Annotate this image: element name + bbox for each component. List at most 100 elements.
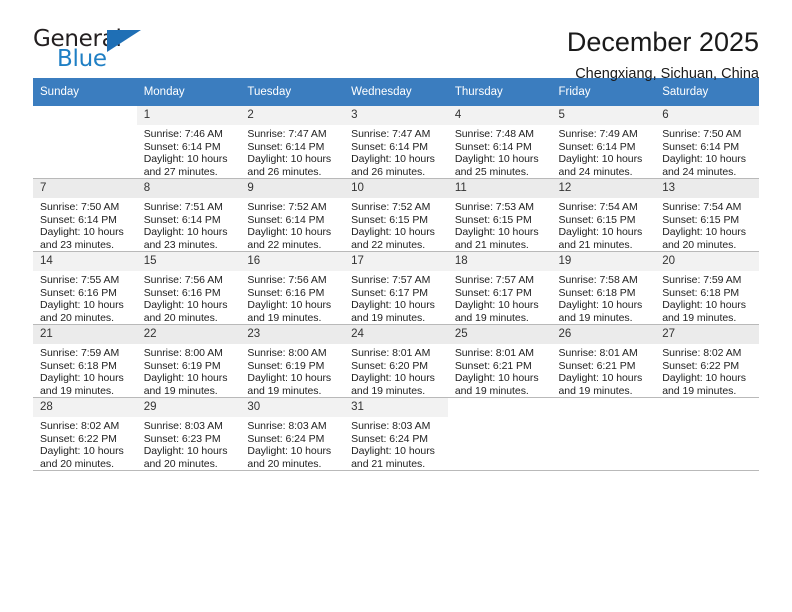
calendar-day-cell[interactable]: 5 Sunrise: 7:49 AM Sunset: 6:14 PM Daylight… — [551, 106, 656, 179]
calendar-page: General Blue December 2025 Chengxiang, S… — [0, 0, 792, 612]
day-details: Sunrise: 7:49 AM Sunset: 6:14 PM Daylight:… — [552, 125, 656, 178]
day-details: Sunrise: 7:53 AM Sunset: 6:15 PM Daylight:… — [448, 198, 552, 251]
calendar-day-cell[interactable]: 21 Sunrise: 7:59 AM Sunset: 6:18 PM Dayligh… — [33, 325, 137, 398]
day-number: 30 — [240, 398, 345, 417]
day-details: Sunrise: 8:03 AM Sunset: 6:24 PM Daylight:… — [240, 417, 344, 470]
calendar-day-cell[interactable]: 30 Sunrise: 8:03 AM Sunset: 6:24 PM Dayligh… — [240, 398, 345, 471]
daylight-text: Daylight: 10 hours and 26 minutes. — [247, 153, 332, 178]
day-details: Sunrise: 7:57 AM Sunset: 6:17 PM Daylight:… — [344, 271, 448, 324]
day-number: 7 — [33, 179, 137, 198]
sunset-text: Sunset: 6:14 PM — [662, 140, 740, 153]
daylight-text: Daylight: 10 hours and 26 minutes. — [351, 153, 435, 178]
calendar-day-cell[interactable]: 14 Sunrise: 7:55 AM Sunset: 6:16 PM Dayligh… — [33, 252, 137, 325]
calendar-day-cell[interactable]: 24 Sunrise: 8:01 AM Sunset: 6:20 PM Dayligh… — [344, 325, 448, 398]
calendar-day-cell[interactable]: 12 Sunrise: 7:54 AM Sunset: 6:15 PM Dayligh… — [551, 179, 656, 252]
day-details: Sunrise: 8:00 AM Sunset: 6:19 PM Daylight:… — [240, 344, 344, 397]
calendar-day-cell[interactable]: 18 Sunrise: 7:57 AM Sunset: 6:17 PM Dayligh… — [447, 252, 552, 325]
calendar-day-cell[interactable]: 17 Sunrise: 7:57 AM Sunset: 6:17 PM Dayligh… — [344, 252, 448, 325]
general-blue-logo[interactable]: General Blue — [33, 26, 145, 74]
sunset-text: Sunset: 6:15 PM — [454, 213, 532, 226]
daylight-text: Daylight: 10 hours and 20 minutes. — [247, 445, 332, 470]
day-details: Sunrise: 7:47 AM Sunset: 6:14 PM Daylight:… — [240, 125, 344, 178]
day-details: Sunrise: 7:56 AM Sunset: 6:16 PM Daylight:… — [137, 271, 241, 324]
daylight-text: Daylight: 10 hours and 20 minutes. — [143, 445, 228, 470]
calendar-day-cell[interactable]: 13 Sunrise: 7:54 AM Sunset: 6:15 PM Dayligh… — [655, 179, 759, 252]
day-number: 20 — [655, 252, 759, 271]
calendar-day-cell[interactable]: 4 Sunrise: 7:48 AM Sunset: 6:14 PM Daylight… — [447, 106, 552, 179]
sunrise-text: Sunrise: 7:51 AM — [143, 201, 223, 213]
calendar-day-cell[interactable]: 2 Sunrise: 7:47 AM Sunset: 6:14 PM Daylight… — [240, 106, 345, 179]
sunset-text: Sunset: 6:14 PM — [143, 213, 221, 226]
daylight-text: Daylight: 10 hours and 19 minutes. — [247, 372, 332, 397]
sunrise-text: Sunrise: 7:49 AM — [558, 128, 638, 140]
day-details: Sunrise: 8:01 AM Sunset: 6:21 PM Daylight:… — [552, 344, 656, 397]
sunset-text: Sunset: 6:19 PM — [247, 359, 325, 372]
sunrise-text: Sunrise: 7:56 AM — [247, 274, 327, 286]
page-title: December 2025 — [566, 27, 759, 57]
calendar-day-cell[interactable]: 7 Sunrise: 7:50 AM Sunset: 6:14 PM Daylight… — [33, 179, 137, 252]
sunrise-text: Sunrise: 8:01 AM — [351, 347, 431, 359]
day-details: Sunrise: 7:51 AM Sunset: 6:14 PM Daylight:… — [137, 198, 241, 251]
day-details: Sunrise: 8:03 AM Sunset: 6:24 PM Daylight:… — [344, 417, 448, 470]
calendar-day-cell[interactable]: 19 Sunrise: 7:58 AM Sunset: 6:18 PM Dayligh… — [551, 252, 656, 325]
calendar-day-cell[interactable]: 28 Sunrise: 8:02 AM Sunset: 6:22 PM Dayligh… — [33, 398, 137, 471]
day-details: Sunrise: 7:56 AM Sunset: 6:16 PM Daylight:… — [240, 271, 344, 324]
calendar-day-cell[interactable]: 29 Sunrise: 8:03 AM Sunset: 6:23 PM Dayligh… — [136, 398, 241, 471]
calendar-week-row: 28 Sunrise: 8:02 AM Sunset: 6:22 PM Dayligh… — [33, 398, 759, 471]
calendar-day-cell[interactable]: 15 Sunrise: 7:56 AM Sunset: 6:16 PM Dayligh… — [136, 252, 241, 325]
daylight-text: Daylight: 10 hours and 20 minutes. — [40, 445, 124, 470]
day-details: Sunrise: 8:03 AM Sunset: 6:23 PM Daylight:… — [137, 417, 241, 470]
day-number: 1 — [136, 106, 241, 125]
daylight-text: Daylight: 10 hours and 21 minutes. — [454, 226, 539, 251]
calendar-day-cell[interactable]: 25 Sunrise: 8:01 AM Sunset: 6:21 PM Dayligh… — [447, 325, 552, 398]
sunset-text: Sunset: 6:19 PM — [143, 359, 221, 372]
day-number: 2 — [240, 106, 345, 125]
sunrise-text: Sunrise: 8:02 AM — [662, 347, 742, 359]
page-header: General Blue December 2025 Chengxiang, S… — [33, 0, 759, 82]
weekday-header-thursday: Thursday — [447, 78, 552, 106]
day-number: 4 — [447, 106, 552, 125]
daylight-text: Daylight: 10 hours and 19 minutes. — [662, 299, 746, 324]
calendar-day-cell[interactable]: 22 Sunrise: 8:00 AM Sunset: 6:19 PM Dayligh… — [136, 325, 241, 398]
day-number: 25 — [447, 325, 552, 344]
daylight-text: Daylight: 10 hours and 23 minutes. — [143, 226, 228, 251]
sunset-text: Sunset: 6:22 PM — [40, 432, 117, 445]
calendar-day-cell[interactable]: 3 Sunrise: 7:47 AM Sunset: 6:14 PM Daylight… — [344, 106, 448, 179]
calendar-day-cell[interactable]: 10 Sunrise: 7:52 AM Sunset: 6:15 PM Dayligh… — [344, 179, 448, 252]
day-number: 15 — [136, 252, 241, 271]
day-details: Sunrise: 8:02 AM Sunset: 6:22 PM Daylight:… — [33, 417, 137, 470]
daylight-text: Daylight: 10 hours and 20 minutes. — [40, 299, 124, 324]
daylight-text: Daylight: 10 hours and 20 minutes. — [143, 299, 228, 324]
day-number: 16 — [240, 252, 345, 271]
daylight-text: Daylight: 10 hours and 19 minutes. — [558, 299, 643, 324]
calendar-day-cell[interactable]: 8 Sunrise: 7:51 AM Sunset: 6:14 PM Daylight… — [136, 179, 241, 252]
sunrise-text: Sunrise: 8:01 AM — [558, 347, 638, 359]
calendar-day-cell[interactable]: 20 Sunrise: 7:59 AM Sunset: 6:18 PM Dayligh… — [655, 252, 759, 325]
calendar-day-cell[interactable]: 6 Sunrise: 7:50 AM Sunset: 6:14 PM Daylight… — [655, 106, 759, 179]
calendar-day-cell[interactable]: 16 Sunrise: 7:56 AM Sunset: 6:16 PM Dayligh… — [240, 252, 345, 325]
sunrise-text: Sunrise: 7:54 AM — [558, 201, 638, 213]
sunset-text: Sunset: 6:15 PM — [558, 213, 636, 226]
daylight-text: Daylight: 10 hours and 22 minutes. — [351, 226, 435, 251]
sunrise-text: Sunrise: 8:03 AM — [143, 420, 223, 432]
sunrise-text: Sunrise: 8:00 AM — [143, 347, 223, 359]
sunrise-text: Sunrise: 7:52 AM — [351, 201, 431, 213]
day-number: 14 — [33, 252, 137, 271]
calendar-day-cell[interactable]: 1 Sunrise: 7:46 AM Sunset: 6:14 PM Daylight… — [136, 106, 241, 179]
sunset-text: Sunset: 6:14 PM — [40, 213, 117, 226]
calendar-day-cell[interactable]: 9 Sunrise: 7:52 AM Sunset: 6:14 PM Daylight… — [240, 179, 345, 252]
sunset-text: Sunset: 6:18 PM — [662, 286, 740, 299]
day-number: 24 — [344, 325, 448, 344]
day-number: 18 — [447, 252, 552, 271]
calendar-day-cell[interactable]: 27 Sunrise: 8:02 AM Sunset: 6:22 PM Dayligh… — [655, 325, 759, 398]
calendar-day-cell[interactable]: 31 Sunrise: 8:03 AM Sunset: 6:24 PM Dayligh… — [344, 398, 448, 471]
calendar-week-row: 7 Sunrise: 7:50 AM Sunset: 6:14 PM Daylight… — [33, 179, 759, 252]
daylight-text: Daylight: 10 hours and 23 minutes. — [40, 226, 124, 251]
calendar-day-cell[interactable]: 11 Sunrise: 7:53 AM Sunset: 6:15 PM Dayligh… — [447, 179, 552, 252]
triangle-icon — [107, 30, 141, 52]
day-number: 12 — [551, 179, 656, 198]
sunrise-text: Sunrise: 7:52 AM — [247, 201, 327, 213]
calendar-day-cell[interactable]: 23 Sunrise: 8:00 AM Sunset: 6:19 PM Dayligh… — [240, 325, 345, 398]
sunrise-text: Sunrise: 7:50 AM — [662, 128, 742, 140]
calendar-day-cell[interactable]: 26 Sunrise: 8:01 AM Sunset: 6:21 PM Dayligh… — [551, 325, 656, 398]
